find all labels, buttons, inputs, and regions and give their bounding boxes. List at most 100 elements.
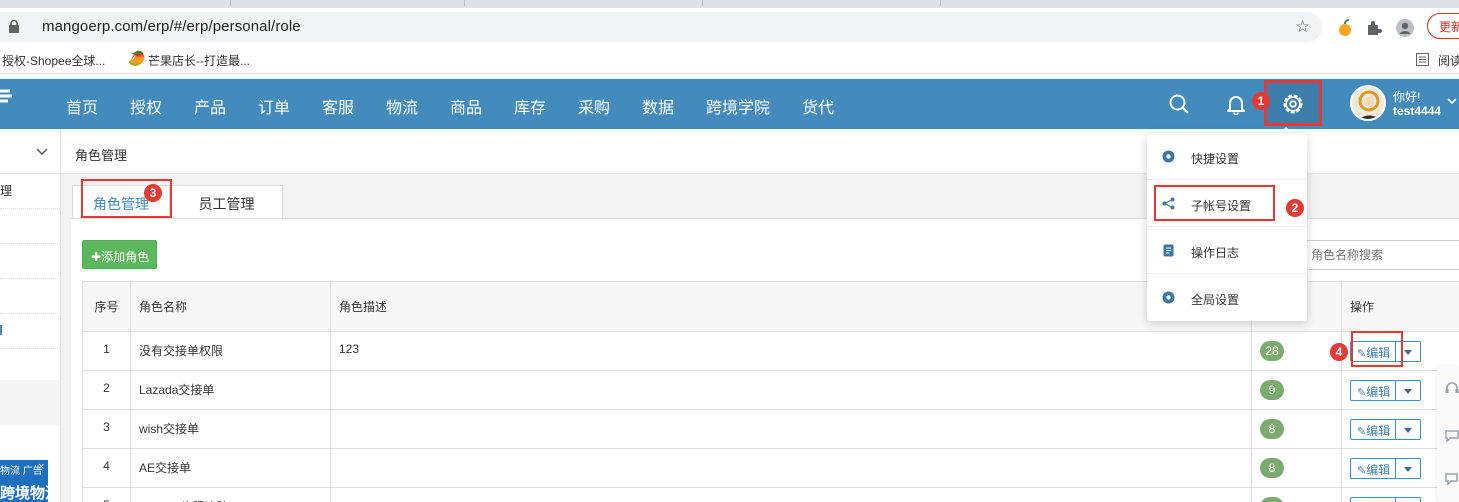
- sidebar-row-divider: [0, 208, 60, 209]
- chevron-down-icon[interactable]: [36, 148, 48, 156]
- profile-icon[interactable]: [1396, 19, 1414, 37]
- member-count-badge[interactable]: 28: [1260, 341, 1284, 361]
- logo-mark: [0, 89, 12, 103]
- greeting-text: 你好!: [1393, 90, 1421, 104]
- plus-icon: ✚: [91, 250, 102, 264]
- member-count-badge[interactable]: 8: [1260, 419, 1284, 439]
- nav-logistics[interactable]: 物流: [386, 94, 418, 118]
- nav-academy[interactable]: 跨境学院: [706, 94, 770, 118]
- nav-auth[interactable]: 授权: [130, 94, 162, 118]
- edit-dropdown-toggle[interactable]: [1396, 380, 1422, 401]
- floating-toolbar: [1437, 366, 1459, 502]
- edit-button-group: ✎编辑: [1350, 497, 1422, 502]
- mango-extension-icon[interactable]: [1336, 19, 1354, 37]
- app-logo[interactable]: [0, 87, 14, 111]
- tab-staff-management[interactable]: 员工管理: [170, 185, 283, 219]
- sidebar-ad-banner[interactable]: 物流 广告 × 跨境物流: [0, 460, 48, 502]
- member-count-badge[interactable]: 8: [1260, 458, 1284, 478]
- edit-button[interactable]: ✎编辑: [1350, 419, 1397, 440]
- sidebar-row-divider: [0, 243, 60, 244]
- role-desc: [330, 409, 1252, 449]
- edit-button-group: ✎编辑: [1350, 458, 1422, 479]
- role-name: 没有交接单权限: [130, 331, 331, 371]
- edit-dropdown-toggle[interactable]: [1396, 419, 1422, 440]
- table-row: 3 wish交接单 8 ✎编辑: [82, 409, 1459, 449]
- edit-dropdown-toggle[interactable]: [1396, 458, 1422, 479]
- member-count-badge[interactable]: 11: [1260, 497, 1284, 502]
- menu-item-global-settings[interactable]: 全局设置: [1147, 275, 1307, 321]
- sidebar-row-divider: [0, 348, 60, 349]
- settings-icon: [1162, 291, 1175, 304]
- sidebar-row-divider: [0, 278, 60, 279]
- add-role-button[interactable]: ✚添加角色: [82, 240, 157, 269]
- nav-products[interactable]: 产品: [194, 94, 226, 118]
- avatar[interactable]: [1350, 85, 1386, 121]
- edit-icon: ✎: [1357, 426, 1367, 438]
- edit-button[interactable]: ✎编辑: [1350, 497, 1397, 502]
- edit-label: 编辑: [1366, 385, 1391, 399]
- nav-orders[interactable]: 订单: [258, 94, 290, 118]
- edit-icon: ✎: [1357, 387, 1367, 399]
- role-name: wish交接单: [130, 409, 331, 449]
- member-count-badge[interactable]: 9: [1260, 380, 1284, 400]
- sidebar-item-label[interactable]: 理: [0, 182, 12, 199]
- browser-update-button[interactable]: 更新: [1427, 13, 1459, 39]
- role-desc: 123: [330, 331, 1252, 371]
- nav-data[interactable]: 数据: [642, 94, 674, 118]
- sidebar-header[interactable]: [0, 130, 60, 174]
- browser-tab-strip: [0, 0, 1459, 8]
- edit-button[interactable]: ✎编辑: [1350, 380, 1397, 401]
- table-row: 4 AE交接单 8 ✎编辑: [82, 448, 1459, 488]
- annotation-box-edit: [1351, 331, 1403, 367]
- search-icon[interactable]: [1168, 93, 1190, 115]
- nav-goods[interactable]: 商品: [450, 94, 482, 118]
- row-index: 5: [82, 487, 131, 502]
- chat-icon[interactable]: [1445, 430, 1459, 442]
- col-header-index: 序号: [82, 281, 131, 332]
- edit-dropdown-toggle[interactable]: [1396, 497, 1422, 502]
- role-name: Shopee头程追踪: [130, 487, 331, 502]
- row-index: 3: [82, 409, 131, 449]
- member-count-cell: 8: [1251, 409, 1342, 449]
- user-greeting[interactable]: 你好! test4444: [1393, 90, 1441, 118]
- reading-list-icon: [1416, 53, 1429, 66]
- menu-item-operation-log[interactable]: 操作日志: [1147, 228, 1307, 274]
- ad-close-icon[interactable]: ×: [38, 461, 44, 473]
- ad-headline: 跨境物流: [0, 485, 48, 502]
- menu-item-quick-settings[interactable]: 快捷设置: [1147, 134, 1307, 180]
- settings-icon: [1162, 150, 1175, 163]
- tab-separator: [464, 0, 465, 6]
- edit-button-group: ✎编辑: [1350, 380, 1422, 401]
- nav-inventory[interactable]: 库存: [514, 94, 546, 118]
- role-search-input[interactable]: [1300, 240, 1459, 270]
- tab-separator: [702, 0, 703, 6]
- puzzle-extensions-icon[interactable]: [1365, 19, 1383, 37]
- tab-separator: [230, 0, 231, 6]
- col-header-name: 角色名称: [130, 281, 331, 332]
- settings-button[interactable]: [1264, 80, 1322, 126]
- table-row: 2 Lazada交接单 9 ✎编辑: [82, 370, 1459, 410]
- bookmark-star-icon[interactable]: ☆: [1295, 17, 1310, 37]
- nav-home[interactable]: 首页: [66, 94, 98, 118]
- url-text: mangoerp.com/erp/#/erp/personal/role: [42, 18, 301, 35]
- chevron-down-icon[interactable]: [1447, 97, 1457, 105]
- user-avatar-image: [1352, 87, 1384, 119]
- lock-icon: [9, 20, 19, 33]
- role-name: AE交接单: [130, 448, 331, 488]
- nav-freight[interactable]: 货代: [802, 94, 834, 118]
- nav-customer-service[interactable]: 客服: [322, 94, 354, 118]
- reading-list-label[interactable]: 阅读: [1438, 52, 1459, 69]
- bookmark-shopee[interactable]: 授权-Shopee全球...: [2, 52, 105, 69]
- url-bar[interactable]: mangoerp.com/erp/#/erp/personal/role ☆: [0, 12, 1322, 42]
- menu-item-label: 操作日志: [1191, 246, 1240, 260]
- role-desc: [330, 487, 1252, 502]
- edit-button[interactable]: ✎编辑: [1350, 458, 1397, 479]
- message-icon[interactable]: [1445, 472, 1459, 486]
- customer-service-icon[interactable]: [1445, 382, 1459, 394]
- member-count-cell: 9: [1251, 370, 1342, 410]
- ad-label: 物流 广告: [0, 466, 43, 477]
- bell-icon[interactable]: [1225, 93, 1247, 115]
- bookmark-mango[interactable]: 芒果店长--打造最...: [148, 52, 250, 69]
- nav-purchasing[interactable]: 采购: [578, 94, 610, 118]
- gear-icon: [1283, 94, 1303, 114]
